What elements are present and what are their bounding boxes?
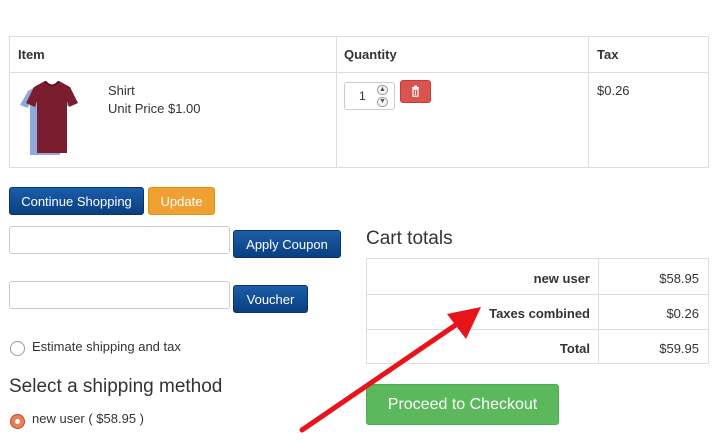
annotation-arrow-icon [299, 307, 481, 433]
